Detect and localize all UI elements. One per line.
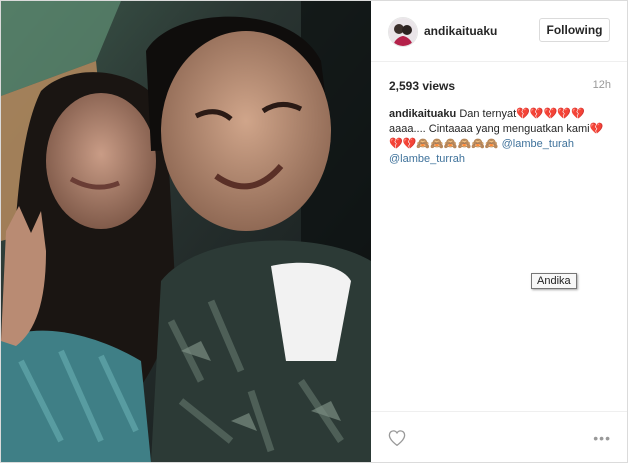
- post-caption: andikaituaku Dan ternyat💔💔💔💔💔 aaaa.... C…: [389, 107, 614, 167]
- post-username[interactable]: andikaituaku: [424, 24, 497, 38]
- post-actions: •••: [371, 411, 627, 463]
- caption-line-1: Dan ternyat💔💔💔💔💔: [459, 108, 585, 120]
- mention-lambe-turrah[interactable]: @lambe_turrah: [389, 153, 465, 165]
- view-count: 2,593 views: [389, 79, 456, 93]
- post-timestamp[interactable]: 12h: [593, 79, 611, 91]
- heart-icon[interactable]: [388, 430, 406, 446]
- caption-username[interactable]: andikaituaku: [389, 108, 456, 120]
- caption-emoji: 💔💔🙈🙈🙈🙈🙈🙈: [389, 138, 499, 150]
- avatar[interactable]: [388, 17, 418, 47]
- post-header: andikaituaku Following: [371, 1, 627, 62]
- video-frame: [1, 1, 371, 462]
- more-options-icon[interactable]: •••: [593, 430, 611, 446]
- instagram-post: andikaituaku Following 2,593 views 12h a…: [0, 0, 628, 463]
- avatar-image: [389, 18, 417, 46]
- mention-lambe-turah[interactable]: @lambe_turah: [502, 138, 574, 150]
- following-button[interactable]: Following: [539, 18, 610, 42]
- caption-line-2: aaaa.... Cintaaaa yang menguatkan kami💔: [389, 123, 604, 135]
- tooltip: Andika: [531, 273, 577, 289]
- video-media[interactable]: [1, 1, 371, 462]
- post-sidebar: andikaituaku Following 2,593 views 12h a…: [371, 1, 627, 462]
